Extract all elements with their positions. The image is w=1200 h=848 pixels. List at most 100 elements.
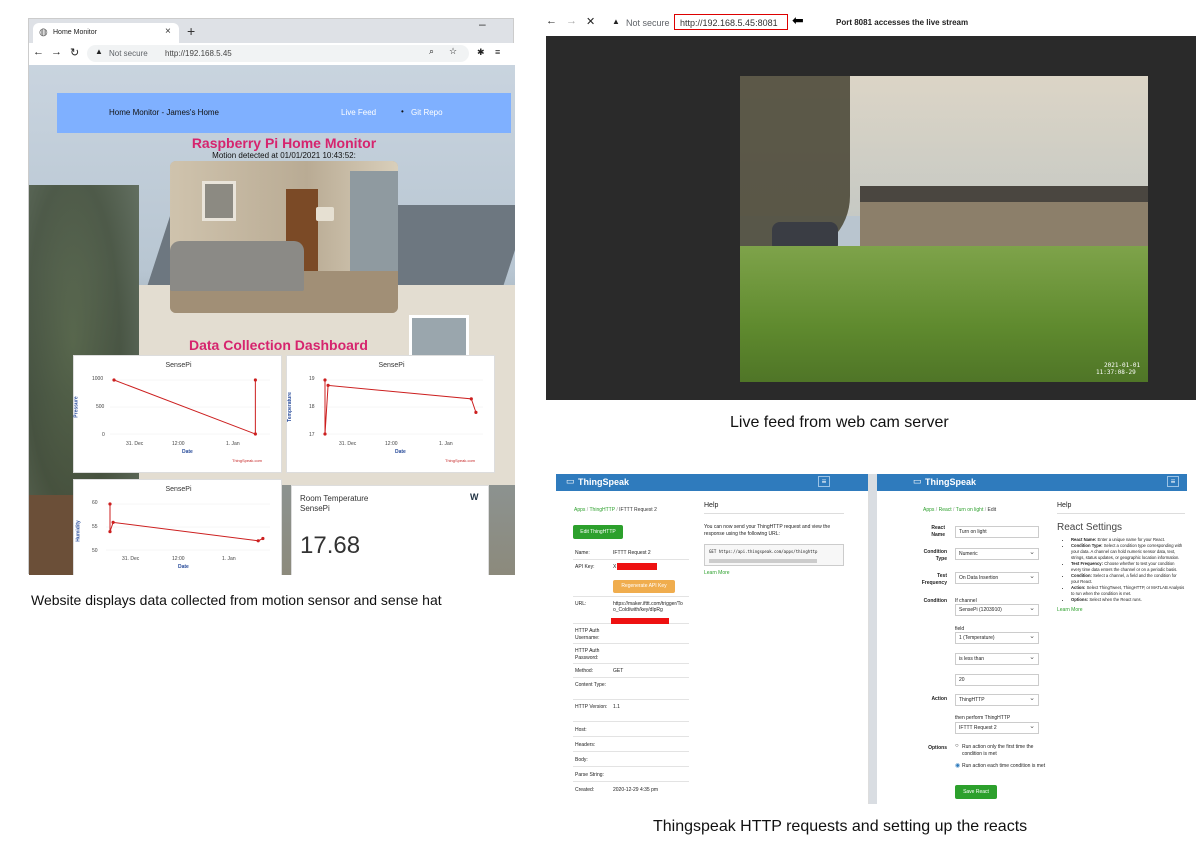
- webcam-timestamp-date: 2021-01-01: [1104, 362, 1141, 369]
- crumb-turn-on-light[interactable]: Turn on light: [956, 507, 984, 513]
- crumb-apps[interactable]: Apps: [574, 507, 585, 513]
- extensions-icon[interactable]: ✱: [477, 47, 485, 58]
- field-select[interactable]: 1 (Temperature): [955, 632, 1039, 644]
- stop-icon[interactable]: ✕: [586, 15, 595, 28]
- temperature-value: 17.68: [300, 532, 361, 559]
- help-panel: Help You can now send your ThingHTTP req…: [704, 502, 844, 576]
- chart-ytick: 50: [92, 548, 98, 554]
- chart-title: SensePi: [165, 362, 192, 369]
- thingspeak-thinghttp-panel: ▭ ThingSpeak ≡ Apps / ThingHTTP / IFTTT …: [556, 474, 869, 804]
- menu-icon[interactable]: ≡: [818, 476, 830, 487]
- warning-icon: ▲: [95, 47, 103, 56]
- detail-row: API Key: X Regenerate API Key: [573, 560, 689, 596]
- learn-more-link[interactable]: Learn More: [1057, 607, 1185, 613]
- help-text: You can now send your ThingHTTP request …: [704, 524, 831, 537]
- chart-point: [256, 539, 260, 543]
- help-code-box: GET https://api.thingspeak.com/apps/thin…: [704, 544, 844, 566]
- chart-plot-area: [321, 378, 483, 436]
- chart-ytick: 18: [309, 404, 315, 410]
- learn-more-link[interactable]: Learn More: [704, 570, 844, 576]
- condition-type-select[interactable]: Numeric: [955, 548, 1039, 560]
- address-bar[interactable]: http://192.168.5.45:8081: [674, 14, 788, 30]
- chart-point: [253, 378, 257, 382]
- detail-value: X: [613, 564, 617, 570]
- react-name-label: React Name: [931, 525, 945, 538]
- save-react-button[interactable]: Save React: [955, 785, 997, 799]
- action-label: Action: [931, 696, 947, 702]
- back-icon[interactable]: ←: [33, 46, 44, 58]
- search-icon[interactable]: ⌕: [429, 46, 434, 57]
- chart-point: [108, 530, 112, 534]
- help-list: React Name: Enter a unique name for your…: [1057, 537, 1185, 603]
- address-bar[interactable]: ▲ Not secure http://192.168.5.45 ⌕ ☆: [87, 45, 469, 62]
- detail-label: URL:: [575, 601, 587, 607]
- thingspeak-brand[interactable]: ThingSpeak: [925, 477, 976, 487]
- option2-radio[interactable]: ◉: [955, 762, 960, 769]
- nav-live-feed-link[interactable]: Live Feed: [341, 108, 376, 117]
- chart-xtick: 31. Dec: [122, 556, 140, 562]
- chart-point: [111, 520, 115, 524]
- detail-label: Content Type:: [575, 682, 607, 688]
- breadcrumb: Apps / ThingHTTP / IFTTT Request 2: [574, 507, 657, 513]
- close-tab-icon[interactable]: ×: [165, 26, 171, 37]
- thinghttp-value: IFTTT Request 2: [959, 725, 997, 731]
- threshold-input[interactable]: 20: [955, 674, 1039, 686]
- chart-xtick: 1. Jan: [226, 441, 240, 447]
- detail-row: Body:: [573, 752, 689, 767]
- warning-icon: ▲: [612, 17, 620, 26]
- minimize-icon[interactable]: –: [479, 17, 486, 31]
- menu-icon[interactable]: ≡: [1167, 476, 1179, 487]
- detail-row: Name: IFTTT Request 2: [573, 546, 689, 560]
- condition-type-label: Condition Type: [923, 549, 947, 562]
- detail-value: 2020-12-29 4:35 pm: [613, 787, 659, 793]
- star-icon[interactable]: ☆: [449, 46, 457, 57]
- regenerate-api-key-button[interactable]: Regenerate API Key: [613, 580, 675, 593]
- crumb-apps[interactable]: Apps: [923, 507, 934, 513]
- back-icon[interactable]: ←: [546, 15, 557, 27]
- globe-icon: ◍: [39, 27, 48, 38]
- edit-thinghttp-button[interactable]: Edit ThingHTTP: [573, 525, 623, 539]
- action-select[interactable]: ThingHTTP: [955, 694, 1039, 706]
- chart-point: [323, 432, 327, 436]
- detail-label: Host:: [575, 727, 587, 733]
- chart-card: SensePi Pressure 1000 500 0 31. Dec 12:0…: [73, 355, 282, 473]
- help-item-text: Select ThingTweet, ThingHTTP, or MATLAB …: [1071, 585, 1185, 596]
- thingspeak-brand[interactable]: ThingSpeak: [578, 477, 629, 487]
- option1-label[interactable]: Run action only the first time the condi…: [962, 744, 1046, 758]
- test-frequency-select[interactable]: On Data Insertion: [955, 572, 1039, 584]
- reading-list-icon[interactable]: ≡: [495, 47, 500, 57]
- reload-icon[interactable]: ↻: [70, 46, 79, 59]
- chart-series-line: [109, 504, 264, 542]
- channel-select[interactable]: SensePi (1203910): [955, 604, 1039, 616]
- snapshot-lamp: [316, 207, 334, 221]
- then-perform-label: then perform ThingHTTP: [955, 715, 1011, 721]
- thinghttp-select[interactable]: IFTTT Request 2: [955, 722, 1039, 734]
- crumb-react[interactable]: React: [939, 507, 952, 513]
- chart-ytick: 1000: [92, 376, 104, 382]
- forward-icon[interactable]: →: [51, 46, 62, 58]
- crumb-thinghttp[interactable]: ThingHTTP: [590, 507, 615, 513]
- temperature-widget: Room Temperature SensePi W 17.68: [291, 485, 489, 575]
- chart-xtick: 1. Jan: [222, 556, 236, 562]
- chart-xtick: 12:00: [172, 556, 185, 562]
- motion-detected-text: Motion detected at 01/01/2021 10:43:52:: [212, 151, 356, 160]
- forward-icon[interactable]: →: [566, 15, 577, 27]
- detail-value: IFTTT Request 2: [613, 550, 651, 556]
- tab-title: Home Monitor: [53, 29, 97, 36]
- nav-bullet-icon: •: [401, 107, 404, 116]
- chart-xtick: 31. Dec: [339, 441, 357, 447]
- site-nav-title[interactable]: Home Monitor - James's Home: [109, 108, 219, 117]
- react-name-input[interactable]: Turn on light: [955, 526, 1039, 538]
- option2-label[interactable]: Run action each time condition is met: [962, 763, 1046, 770]
- browser-tab[interactable]: ◍ Home Monitor ×: [33, 23, 179, 43]
- operator-select[interactable]: is less than: [955, 653, 1039, 665]
- webcam-roofs: [860, 186, 1148, 202]
- new-tab-button[interactable]: +: [187, 23, 195, 39]
- webcam-houses: [860, 194, 1148, 250]
- option1-radio[interactable]: ○: [955, 743, 959, 749]
- detail-label: HTTP Version:: [575, 704, 608, 710]
- code-scrollbar[interactable]: [709, 559, 817, 563]
- test-frequency-label: Test Frequency: [921, 573, 947, 586]
- browser-toolbar: ← → ✕ ▲ Not secure http://192.168.5.45:8…: [546, 10, 1196, 36]
- nav-git-repo-link[interactable]: Git Repo: [411, 108, 443, 117]
